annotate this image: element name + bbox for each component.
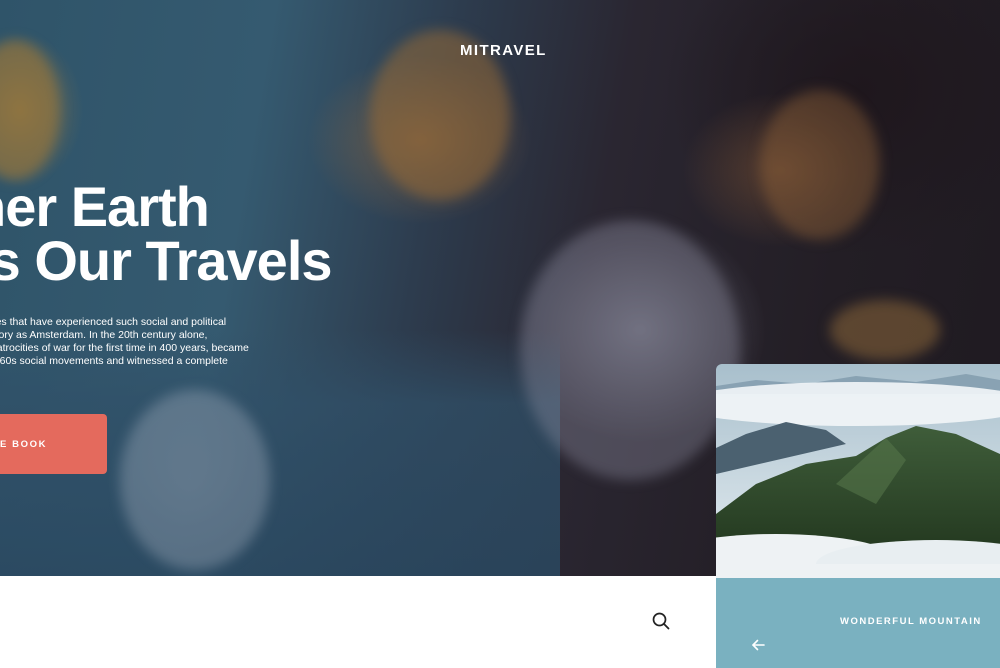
hero-tree-decoration [0,40,60,180]
search-icon [652,612,670,630]
arrow-left-icon [752,639,765,651]
hero-headline-line2: ts Our Travels [0,229,333,292]
hero-tree-decoration [120,390,270,570]
mountain-photo [716,364,1000,578]
destination-card[interactable]: WONDERFUL MOUNTAIN [716,364,1000,668]
hero-headline: her Earth ts Our Travels [0,175,333,292]
brand-logo[interactable]: MITRAVEL [460,42,547,59]
hero-description-line: ities that have experienced such social … [0,316,227,328]
search-input[interactable] [0,606,584,638]
hero-tree-decoration [830,300,940,360]
hero-description-line: 1960s social movements and witnessed a c… [0,355,228,367]
hero-description-line: istory as Amsterdam. In the 20th century… [0,329,208,341]
hero-description-line: e atrocities of war for the first time i… [0,342,249,354]
book-button-label: E BOOK [0,438,48,450]
hero-description: ities that have experienced such social … [0,316,288,368]
hero-tree-decoration [520,220,740,480]
hero-headline-line1: her Earth [0,175,210,238]
search-button[interactable] [650,610,672,632]
book-button[interactable]: E BOOK [0,414,107,474]
previous-button[interactable] [750,636,768,654]
card-title: WONDERFUL MOUNTAIN [840,616,982,627]
card-footer: WONDERFUL MOUNTAIN [716,578,1000,668]
hero-tree-decoration [760,90,880,240]
